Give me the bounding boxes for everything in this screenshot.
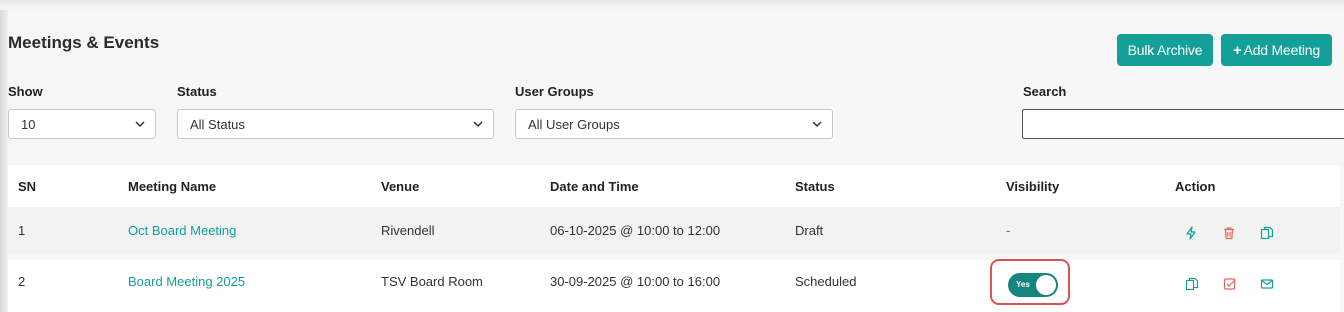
- chevron-down-icon: [135, 121, 145, 128]
- row-status: Scheduled: [795, 274, 857, 289]
- row-sn: 1: [18, 223, 26, 238]
- show-select-value: 10: [21, 117, 36, 132]
- col-header-venue: Venue: [381, 179, 420, 194]
- toggle-knob: [1036, 275, 1056, 295]
- copy-icon[interactable]: [1185, 277, 1199, 291]
- trash-icon[interactable]: [1222, 226, 1236, 240]
- col-header-sn: SN: [18, 179, 37, 194]
- row-sn: 2: [18, 274, 26, 289]
- window-edge-shadow: [0, 0, 8, 312]
- bulk-archive-button[interactable]: Bulk Archive: [1117, 34, 1213, 66]
- row-venue: TSV Board Room: [381, 274, 483, 289]
- row-visibility: -: [1006, 223, 1011, 238]
- row-status: Draft: [795, 223, 824, 238]
- status-filter-label: Status: [177, 84, 217, 99]
- show-label: Show: [8, 84, 43, 99]
- header-shadow: [0, 0, 1344, 10]
- col-header-visibility: Visibility: [1006, 179, 1060, 194]
- chevron-down-icon: [473, 121, 483, 128]
- add-meeting-button[interactable]: + Add Meeting: [1221, 34, 1332, 66]
- chevron-down-icon: [812, 121, 822, 128]
- checkbox-edit-icon[interactable]: [1223, 277, 1237, 291]
- user-groups-label: User Groups: [515, 84, 594, 99]
- meeting-name-link[interactable]: Board Meeting 2025: [128, 274, 245, 289]
- row-date-time: 30-09-2025 @ 10:00 to 16:00: [550, 274, 721, 289]
- status-select-value: All Status: [190, 117, 245, 132]
- row-date-time: 06-10-2025 @ 10:00 to 12:00: [550, 223, 721, 238]
- row-venue: Rivendell: [381, 223, 435, 238]
- mail-icon[interactable]: [1260, 277, 1274, 291]
- col-header-date-time: Date and Time: [550, 179, 639, 194]
- col-header-meeting-name: Meeting Name: [128, 179, 217, 194]
- copy-icon[interactable]: [1260, 226, 1274, 240]
- meeting-name-link[interactable]: Oct Board Meeting: [128, 223, 236, 238]
- search-label: Search: [1023, 84, 1067, 99]
- col-header-status: Status: [795, 179, 835, 194]
- col-header-action: Action: [1175, 179, 1216, 194]
- visibility-highlight-box: Yes: [990, 259, 1070, 305]
- status-select[interactable]: All Status: [177, 109, 494, 139]
- plus-icon: +: [1233, 42, 1242, 59]
- user-groups-select-value: All User Groups: [528, 117, 620, 132]
- toggle-label: Yes: [1016, 280, 1030, 289]
- visibility-toggle[interactable]: Yes: [1008, 273, 1058, 297]
- add-meeting-label: Add Meeting: [1243, 42, 1321, 58]
- search-input[interactable]: [1022, 109, 1344, 139]
- lightning-icon[interactable]: [1184, 226, 1198, 240]
- show-select[interactable]: 10: [8, 109, 156, 139]
- page-title: Meetings & Events: [8, 33, 160, 52]
- user-groups-select[interactable]: All User Groups: [515, 109, 833, 139]
